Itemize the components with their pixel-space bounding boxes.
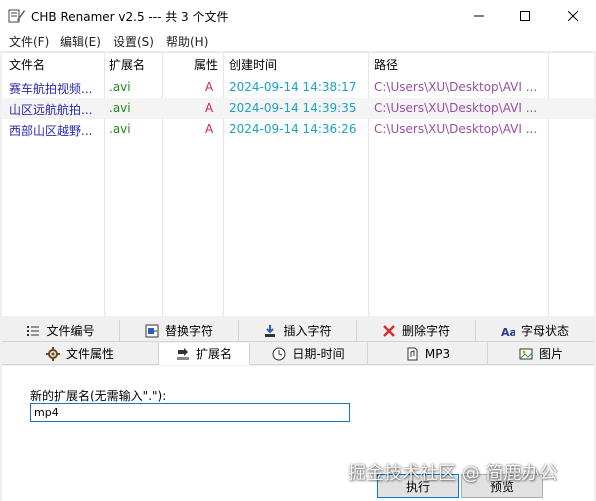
replace-icon <box>145 324 159 337</box>
title-bar: CHB Renamer v2.5 --- 共 3 个文件 <box>0 0 596 31</box>
tab-strip: 文件编号 替换字符 插入字符 删除字符 Aa 字母状态 文件属性 扩展名 日期-… <box>2 320 594 366</box>
minimize-icon <box>474 15 484 16</box>
list-icon <box>27 325 40 336</box>
tab-label: MP3 <box>424 346 451 361</box>
extension-icon <box>176 347 189 360</box>
menu-help[interactable]: 帮助(H) <box>166 33 208 50</box>
tab-mp3[interactable]: MP3 <box>368 343 488 365</box>
header-path[interactable]: 路径 <box>374 56 398 73</box>
cell-name: 山区远航航拍... <box>9 103 93 117</box>
tab-image[interactable]: 图片 <box>488 343 594 365</box>
header-attribute[interactable]: 属性 <box>194 56 218 73</box>
tab-replace-chars[interactable]: 替换字符 <box>120 320 239 342</box>
attributes-icon <box>45 346 60 361</box>
cell-created: 2024-09-14 14:36:26 <box>229 122 357 136</box>
header-extension[interactable]: 扩展名 <box>109 56 145 73</box>
delete-icon <box>383 324 395 337</box>
menu-settings[interactable]: 设置(S) <box>113 33 154 50</box>
header-name[interactable]: 文件名 <box>9 56 45 73</box>
close-icon <box>568 10 578 21</box>
image-icon <box>519 348 533 359</box>
cell-extension: .avi <box>109 122 131 136</box>
letter-case-icon: Aa <box>501 326 515 338</box>
tab-label: 插入字符 <box>283 324 332 338</box>
table-row[interactable]: 赛车航拍视频... .avi A 2024-09-14 14:38:17 C:\… <box>2 77 594 98</box>
table-row[interactable]: 山区远航航拍... .avi A 2024-09-14 14:39:35 C:\… <box>2 98 594 119</box>
cell-path: C:\Users\XU\Desktop\AVI ... <box>374 122 538 136</box>
menu-bar: 文件(F) 编辑(E) 设置(S) 帮助(H) <box>0 31 596 51</box>
cell-attribute: A <box>205 122 214 136</box>
cell-extension: .avi <box>109 101 131 115</box>
tab-label: 图片 <box>538 347 563 361</box>
tab-label: 扩展名 <box>195 347 232 361</box>
cell-name: 赛车航拍视频... <box>9 82 93 96</box>
cell-extension: .avi <box>109 80 131 94</box>
menu-file[interactable]: 文件(F) <box>9 33 49 50</box>
clock-icon <box>272 347 286 360</box>
tab-file-attributes[interactable]: 文件属性 <box>2 343 159 365</box>
tab-file-number[interactable]: 文件编号 <box>2 320 120 342</box>
menu-edit[interactable]: 编辑(E) <box>60 33 101 50</box>
tab-insert-chars[interactable]: 插入字符 <box>239 320 357 342</box>
file-list[interactable]: 文件名 扩展名 属性 创建时间 路径 赛车航拍视频... .avi A 2024… <box>2 52 594 316</box>
tab-date-time[interactable]: 日期-时间 <box>250 343 368 365</box>
table-row[interactable]: 西部山区越野... .avi A 2024-09-14 14:36:26 C:\… <box>2 119 594 140</box>
tab-label: 文件属性 <box>65 347 114 361</box>
cell-path: C:\Users\XU\Desktop\AVI ... <box>374 80 538 94</box>
new-extension-input[interactable] <box>30 403 350 422</box>
minimize-button[interactable] <box>456 0 502 31</box>
mp3-icon <box>407 347 418 360</box>
cell-attribute: A <box>205 80 214 94</box>
tab-label: 日期-时间 <box>292 347 345 361</box>
header-created[interactable]: 创建时间 <box>229 56 277 73</box>
list-header: 文件名 扩展名 属性 创建时间 路径 <box>2 53 594 75</box>
svg-text:Aa: Aa <box>501 326 515 338</box>
cell-created: 2024-09-14 14:39:35 <box>229 101 357 115</box>
tab-letter-case[interactable]: Aa 字母状态 <box>476 320 594 342</box>
insert-icon <box>265 324 276 337</box>
tab-label: 字母状态 <box>520 324 569 338</box>
new-extension-label: 新的扩展名(无需输入"."): <box>30 389 167 403</box>
cell-name: 西部山区越野... <box>9 124 93 138</box>
tab-label: 删除字符 <box>401 324 450 338</box>
watermark: 掘金技术社区 @ 简鹿办公 <box>348 463 558 484</box>
tab-extension[interactable]: 扩展名 <box>159 343 250 365</box>
close-button[interactable] <box>550 0 596 31</box>
app-icon <box>8 9 25 23</box>
tab-label: 文件编号 <box>46 324 95 338</box>
cell-created: 2024-09-14 14:38:17 <box>229 80 357 94</box>
window-title: CHB Renamer v2.5 --- 共 3 个文件 <box>31 10 229 24</box>
tab-delete-chars[interactable]: 删除字符 <box>357 320 476 342</box>
cell-path: C:\Users\XU\Desktop\AVI ... <box>374 101 538 115</box>
cell-attribute: A <box>205 101 214 115</box>
tab-label: 替换字符 <box>164 324 213 338</box>
maximize-button[interactable] <box>502 0 548 31</box>
maximize-icon <box>520 10 530 21</box>
